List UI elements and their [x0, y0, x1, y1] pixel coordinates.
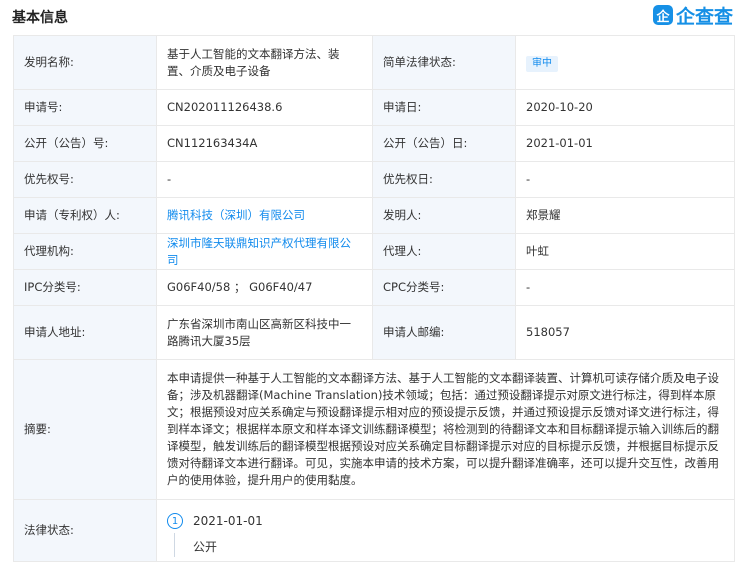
- app-date-label: 申请日:: [372, 89, 516, 126]
- table-row: 公开（公告）号: CN112163434A 公开（公告）日: 2021-01-0…: [13, 125, 735, 162]
- app-no-label: 申请号:: [13, 89, 157, 126]
- section-title: 基本信息: [12, 10, 68, 26]
- applicant-label: 申请（专利权）人:: [13, 197, 157, 234]
- applicant-link[interactable]: 腾讯科技（深圳）有限公司: [156, 197, 373, 234]
- invention-name-label: 发明名称:: [13, 35, 157, 90]
- timeline-step-marker: 1: [167, 512, 183, 529]
- app-date-value: 2020-10-20: [515, 89, 735, 126]
- priority-date-label: 优先权日:: [372, 161, 516, 198]
- priority-no-value: -: [156, 161, 373, 198]
- agency-link[interactable]: 深圳市隆天联鼎知识产权代理有限公司: [156, 233, 373, 270]
- agent-label: 代理人:: [372, 233, 516, 270]
- postcode-value: 518057: [515, 305, 735, 360]
- app-no-value: CN202011126438.6: [156, 89, 373, 126]
- table-row: IPC分类号: G06F40/58 ； G06F40/47 CPC分类号: -: [13, 269, 735, 306]
- table-row: 申请号: CN202011126438.6 申请日: 2020-10-20: [13, 89, 735, 126]
- timeline-event: 公开: [193, 539, 218, 554]
- postcode-label: 申请人邮编:: [372, 305, 516, 360]
- agent-value: 叶虹: [515, 233, 735, 270]
- cpc-value: -: [515, 269, 735, 306]
- agency-label: 代理机构:: [13, 233, 157, 270]
- pub-no-value: CN112163434A: [156, 125, 373, 162]
- qichacha-logo-icon: 企: [652, 5, 673, 25]
- legal-status-simple-cell: 审中: [515, 35, 735, 90]
- qichacha-logo-text: 企查查: [675, 5, 733, 28]
- legal-status-timeline-cell: 1 2021-01-01 公开: [156, 499, 735, 562]
- pub-date-label: 公开（公告）日:: [372, 125, 516, 162]
- inventor-label: 发明人:: [372, 197, 516, 234]
- invention-name-value: 基于人工智能的文本翻译方法、装置、介质及电子设备: [156, 35, 373, 90]
- priority-no-label: 优先权号:: [13, 161, 157, 198]
- cpc-label: CPC分类号:: [372, 269, 516, 306]
- inventor-value: 郑景耀: [515, 197, 735, 234]
- table-row: 申请人地址: 广东省深圳市南山区高新区科技中一路腾讯大厦35层 申请人邮编: 5…: [13, 305, 735, 360]
- abstract-label: 摘要:: [13, 359, 157, 500]
- legal-status-label: 法律状态:: [13, 499, 157, 562]
- address-value: 广东省深圳市南山区高新区科技中一路腾讯大厦35层: [156, 305, 373, 360]
- timeline-connector: [174, 532, 175, 557]
- legal-status-simple-label: 简单法律状态:: [372, 35, 516, 90]
- address-label: 申请人地址:: [13, 305, 157, 360]
- pub-no-label: 公开（公告）号:: [13, 125, 157, 162]
- status-badge: 审中: [526, 55, 558, 72]
- table-row: 代理机构: 深圳市隆天联鼎知识产权代理有限公司 代理人: 叶虹: [13, 233, 735, 270]
- table-row: 摘要: 本申请提供一种基于人工智能的文本翻译方法、基于人工智能的文本翻译装置、计…: [13, 359, 735, 500]
- table-row: 发明名称: 基于人工智能的文本翻译方法、装置、介质及电子设备 简单法律状态: 审…: [13, 35, 735, 90]
- ipc-value: G06F40/58 ； G06F40/47: [156, 269, 373, 306]
- abstract-text: 本申请提供一种基于人工智能的文本翻译方法、基于人工智能的文本翻译装置、计算机可读…: [156, 359, 735, 500]
- pub-date-value: 2021-01-01: [515, 125, 735, 162]
- priority-date-value: -: [515, 161, 735, 198]
- section-header: 基本信息 企 企查查: [12, 0, 733, 32]
- timeline-date: 2021-01-01: [193, 513, 263, 528]
- legal-status-timeline: 1 2021-01-01 公开: [167, 505, 724, 557]
- ipc-label: IPC分类号:: [13, 269, 157, 306]
- table-row: 法律状态: 1 2021-01-01 公开: [13, 499, 735, 562]
- qichacha-logo[interactable]: 企 企查查: [652, 3, 733, 28]
- patent-info-table: 发明名称: 基于人工智能的文本翻译方法、装置、介质及电子设备 简单法律状态: 审…: [13, 35, 735, 562]
- table-row: 优先权号: - 优先权日: -: [13, 161, 735, 198]
- table-row: 申请（专利权）人: 腾讯科技（深圳）有限公司 发明人: 郑景耀: [13, 197, 735, 234]
